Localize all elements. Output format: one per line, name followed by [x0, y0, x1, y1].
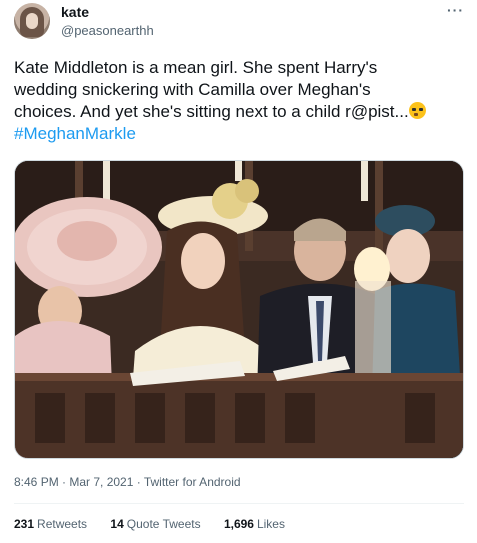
display-name[interactable]: kate [61, 4, 89, 20]
rolling-eyes-emoji-icon [408, 102, 426, 119]
tweet-header: kate @peasonearthh ··· [14, 2, 466, 43]
retweets-count: 231 [14, 517, 35, 531]
quote-tweets-count: 14 [110, 517, 124, 531]
likes-stat[interactable]: 1,696 Likes [224, 517, 285, 531]
tweet-text-line: wedding snickering with Camilla over Meg… [14, 80, 371, 99]
hashtag-link[interactable]: #MeghanMarkle [14, 123, 466, 145]
photo-scene [15, 161, 463, 458]
avatar-face [26, 13, 38, 29]
tweet-text-segment: choices. And yet she's sitting next to a… [14, 102, 409, 121]
retweets-stat[interactable]: 231 Retweets [14, 517, 87, 531]
user-handle[interactable]: @peasonearthh [61, 23, 154, 38]
avatar[interactable] [14, 3, 50, 39]
tweet-text-line: choices. And yet she's sitting next to a… [14, 101, 466, 123]
tweet-text: Kate Middleton is a mean girl. She spent… [14, 57, 466, 145]
quote-tweets-label: Quote Tweets [126, 517, 201, 531]
tweet-timestamp[interactable]: 8:46 PM · Mar 7, 2021 · Twitter for Andr… [14, 475, 241, 489]
retweets-label: Retweets [37, 517, 88, 531]
likes-count: 1,696 [223, 517, 254, 531]
tweet[interactable]: kate @peasonearthh ··· Kate Middleton is… [0, 0, 477, 543]
more-horizontal-icon[interactable]: ··· [447, 2, 464, 18]
tweet-text-line: Kate Middleton is a mean girl. She spent… [14, 58, 378, 77]
tweet-stats: 231 Retweets 14 Quote Tweets 1,696 Likes [14, 517, 305, 531]
divider [14, 503, 464, 504]
quote-tweets-stat[interactable]: 14 Quote Tweets [110, 517, 200, 531]
tweet-photo[interactable] [14, 160, 464, 459]
likes-label: Likes [256, 517, 285, 531]
